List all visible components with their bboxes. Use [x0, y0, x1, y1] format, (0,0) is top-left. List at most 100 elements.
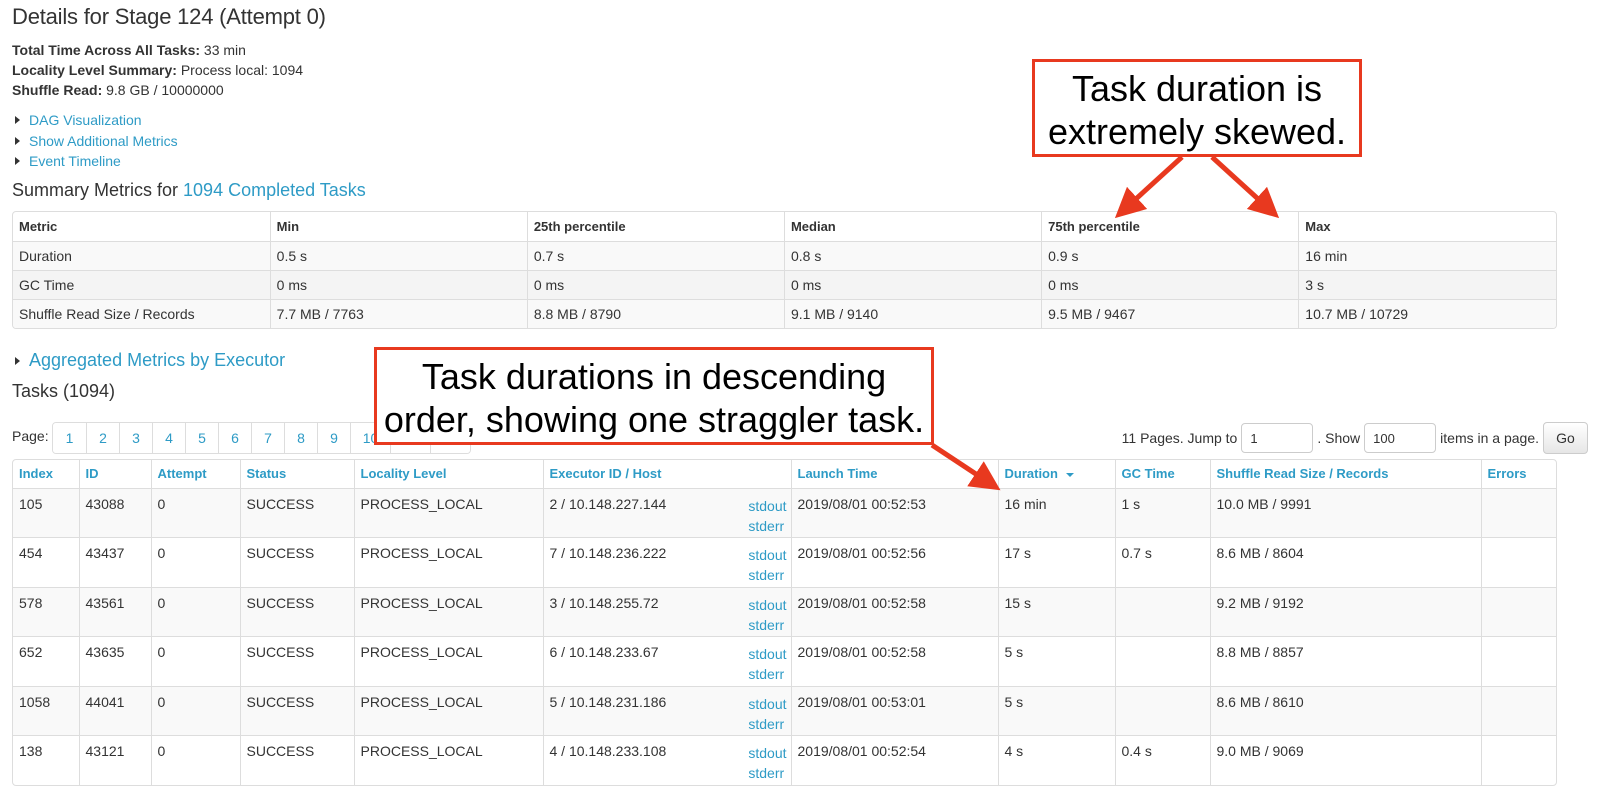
column-header-duration[interactable]: Duration	[997, 460, 1115, 488]
task-errors-cell	[1480, 685, 1556, 736]
column-header-status[interactable]: Status	[239, 460, 354, 488]
stderr-link[interactable]: stderr	[748, 763, 786, 783]
executor-logs: stdout stderr	[748, 743, 786, 783]
stderr-link[interactable]: stderr	[748, 615, 786, 635]
event-timeline-link[interactable]: Event Timeline	[29, 151, 121, 172]
executor-logs: stdout stderr	[748, 644, 786, 684]
summary-col-header: Median	[783, 212, 1042, 241]
task-index-cell: 652	[13, 636, 79, 686]
page-9-link[interactable]: 9	[317, 423, 350, 453]
stdout-link[interactable]: stdout	[748, 595, 786, 615]
page-5-link[interactable]: 5	[185, 423, 218, 453]
task-executor-cell: 7 / 10.148.236.222 stdout stderr	[542, 537, 791, 587]
task-launch-cell: 2019/08/01 00:52:58	[790, 636, 998, 686]
task-duration-cell: 4 s	[997, 735, 1115, 785]
task-duration-cell: 5 s	[997, 685, 1115, 736]
metric-value: 8.8 MB / 8790	[526, 298, 785, 328]
sort-descending-icon	[1065, 472, 1074, 477]
page-1-link[interactable]: 1	[53, 423, 86, 453]
dag-visualization-link[interactable]: DAG Visualization	[29, 110, 142, 131]
stdout-link[interactable]: stdout	[748, 496, 786, 516]
column-header-launch-time[interactable]: Launch Time	[790, 460, 998, 488]
task-shuffle-cell: 10.0 MB / 9991	[1209, 487, 1481, 538]
arrow-to-75th-percentile	[1114, 155, 1184, 219]
task-id-cell: 43088	[78, 487, 151, 538]
task-launch-cell: 2019/08/01 00:52:58	[790, 586, 998, 637]
page-size-input[interactable]	[1364, 423, 1437, 453]
task-executor-cell: 6 / 10.148.233.67 stdout stderr	[542, 636, 791, 686]
stdout-link[interactable]: stdout	[748, 545, 786, 565]
metric-value: 16 min	[1298, 240, 1556, 270]
metric-value: 0.5 s	[269, 240, 528, 270]
page-2-link[interactable]: 2	[86, 423, 119, 453]
metric-name: GC Time	[13, 269, 271, 299]
task-shuffle-cell: 9.0 MB / 9069	[1209, 735, 1481, 785]
aggregated-metrics-link[interactable]: Aggregated Metrics by Executor	[29, 350, 285, 371]
page-title: Details for Stage 124 (Attempt 0)	[12, 4, 326, 29]
task-shuffle-cell: 8.6 MB / 8604	[1209, 537, 1481, 587]
metric-name: Duration	[13, 240, 271, 270]
annotation-skewed-duration: Task duration is extremely skewed.	[1032, 59, 1362, 157]
annotation-straggler-task: Task durations in descending order, show…	[374, 347, 934, 445]
task-status-cell: SUCCESS	[239, 586, 354, 637]
task-executor-cell: 3 / 10.148.255.72 stdout stderr	[542, 586, 791, 637]
expand-triangle-icon	[15, 356, 20, 365]
event-timeline-toggle[interactable]: Event Timeline	[12, 151, 178, 172]
column-header-errors[interactable]: Errors	[1480, 460, 1556, 488]
task-errors-cell	[1480, 586, 1556, 637]
task-locality-cell: PROCESS_LOCAL	[353, 735, 543, 785]
executor-logs: stdout stderr	[748, 595, 786, 635]
jump-to-page-input[interactable]	[1241, 423, 1314, 453]
task-locality-cell: PROCESS_LOCAL	[353, 487, 543, 538]
summary-row: GC Time 0 ms 0 ms 0 ms 0 ms 3 s	[13, 269, 1556, 299]
task-errors-cell	[1480, 487, 1556, 538]
additional-metrics-link[interactable]: Show Additional Metrics	[29, 131, 178, 152]
show-text: . Show	[1317, 430, 1361, 446]
executor-logs: stdout stderr	[748, 694, 786, 734]
task-locality-cell: PROCESS_LOCAL	[353, 636, 543, 686]
aggregated-metrics-toggle[interactable]: Aggregated Metrics by Executor	[12, 350, 285, 371]
column-header-id[interactable]: ID	[78, 460, 151, 488]
summary-col-header: 75th percentile	[1041, 212, 1299, 241]
column-header-index[interactable]: Index	[13, 460, 79, 488]
column-header-attempt[interactable]: Attempt	[150, 460, 240, 488]
task-gc-cell	[1114, 685, 1210, 736]
metric-value: 0 ms	[783, 269, 1042, 299]
column-header-shuffle-read-size-records[interactable]: Shuffle Read Size / Records	[1209, 460, 1481, 488]
task-row: 454 43437 0 SUCCESS PROCESS_LOCAL 7 / 10.148.…	[13, 537, 1556, 587]
metric-value: 0.9 s	[1041, 240, 1299, 270]
column-header-executor-id-host[interactable]: Executor ID / Host	[542, 460, 791, 488]
summary-metrics-table: Metric Min 25th percentile Median 75th perce…	[12, 211, 1557, 329]
task-id-cell: 43121	[78, 735, 151, 785]
stage-summary: Total Time Across All Tasks: 33 min Loca…	[12, 40, 303, 100]
task-status-cell: SUCCESS	[239, 487, 354, 538]
page-7-link[interactable]: 7	[251, 423, 284, 453]
metric-value: 0 ms	[1041, 269, 1299, 299]
stdout-link[interactable]: stdout	[748, 644, 786, 664]
stderr-link[interactable]: stderr	[748, 516, 786, 536]
page-3-link[interactable]: 3	[119, 423, 152, 453]
expand-triangle-icon	[15, 157, 20, 166]
page-8-link[interactable]: 8	[284, 423, 317, 453]
column-header-gc-time[interactable]: GC Time	[1114, 460, 1210, 488]
task-gc-cell: 0.4 s	[1114, 735, 1210, 785]
go-button[interactable]: Go	[1543, 422, 1588, 454]
task-duration-cell: 5 s	[997, 636, 1115, 686]
stdout-link[interactable]: stdout	[748, 743, 786, 763]
stderr-link[interactable]: stderr	[748, 714, 786, 734]
dag-visualization-toggle[interactable]: DAG Visualization	[12, 110, 178, 131]
stderr-link[interactable]: stderr	[748, 565, 786, 585]
page-6-link[interactable]: 6	[218, 423, 251, 453]
completed-tasks-link[interactable]: 1094 Completed Tasks	[183, 180, 366, 200]
stdout-link[interactable]: stdout	[748, 694, 786, 714]
task-errors-cell	[1480, 537, 1556, 587]
task-index-cell: 454	[13, 537, 79, 587]
additional-metrics-toggle[interactable]: Show Additional Metrics	[12, 131, 178, 152]
tasks-table: Index ID Attempt Status Locality Level Execut…	[12, 459, 1557, 786]
stderr-link[interactable]: stderr	[748, 664, 786, 684]
task-shuffle-cell: 9.2 MB / 9192	[1209, 586, 1481, 637]
task-id-cell: 43561	[78, 586, 151, 637]
metric-value: 9.5 MB / 9467	[1041, 298, 1299, 328]
column-header-locality-level[interactable]: Locality Level	[353, 460, 543, 488]
page-4-link[interactable]: 4	[152, 423, 185, 453]
